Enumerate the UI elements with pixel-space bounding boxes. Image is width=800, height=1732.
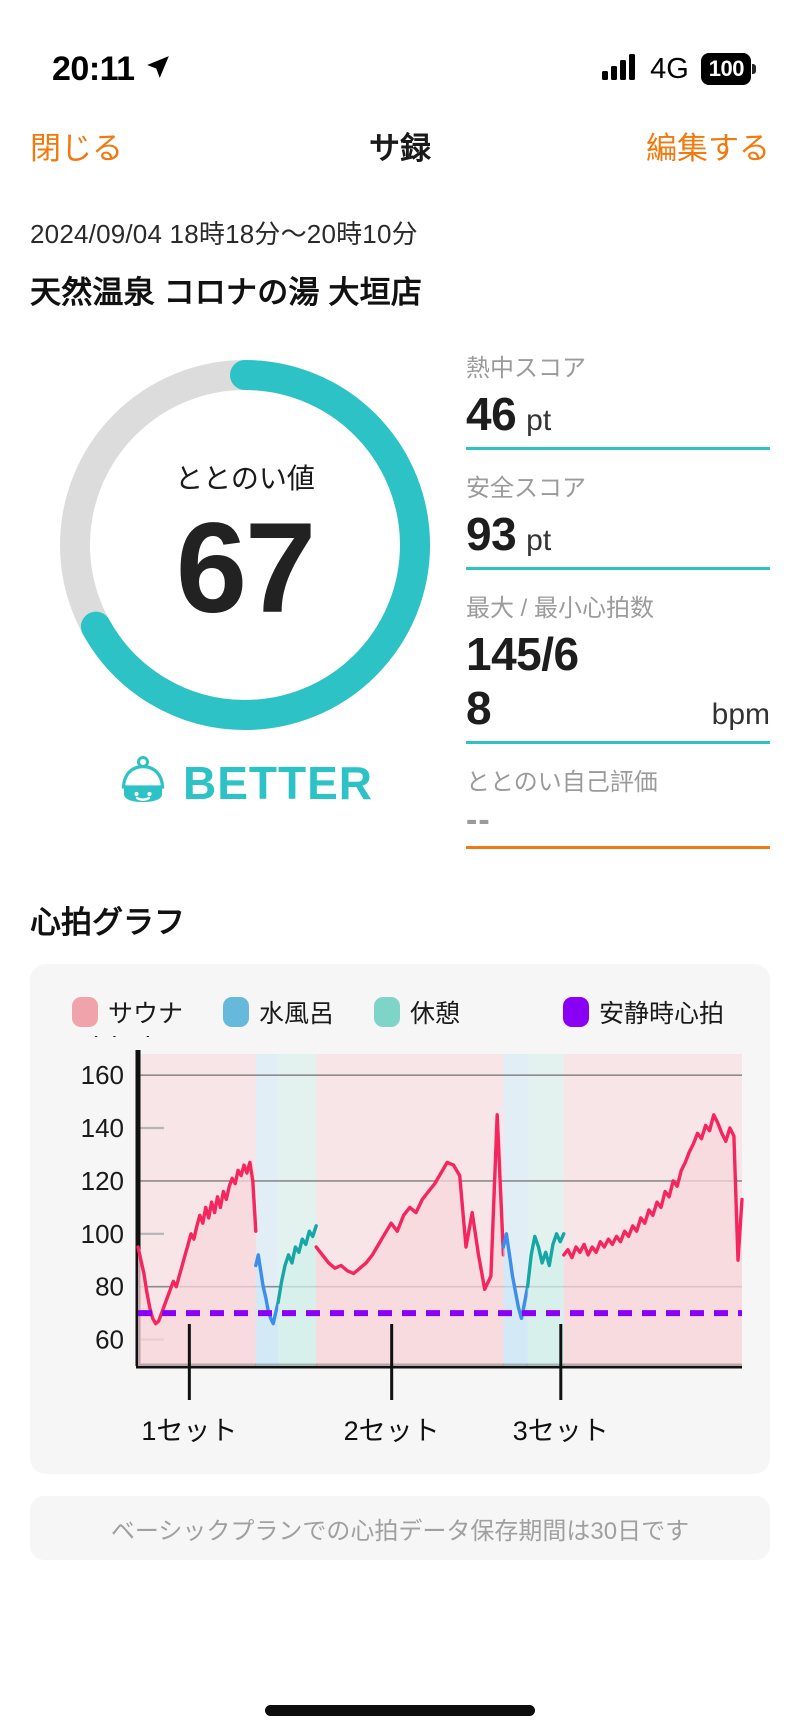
battery-level-label: 100 [700, 53, 751, 85]
location-arrow-icon [145, 54, 171, 85]
status-time: 20:11 [52, 49, 135, 88]
stat-unit: pt [526, 524, 552, 557]
battery-indicator: 100 [700, 53, 756, 85]
stat-value-row: 145/6 8 bpm [466, 627, 770, 744]
sauna-hat-icon [117, 754, 169, 811]
stat-safety-score: 安全スコア 93 pt [466, 468, 770, 574]
session-venue-name: 天然温泉 コロナの湯 大垣店 [30, 275, 423, 310]
stat-value: 46 [466, 388, 517, 440]
legend-swatch-cold-bath [223, 997, 250, 1027]
totonoi-donut-gauge: ととのい値 67 [50, 350, 440, 740]
chart-legend: サウナ 水風呂 休憩 安静時心拍 [48, 988, 752, 1030]
heart-rate-line2: 8 bpm [466, 681, 770, 735]
legend-item-sauna: サウナ [72, 994, 183, 1030]
stat-value-row[interactable]: -- [466, 801, 770, 849]
stat-label: 熱中スコア [466, 355, 586, 382]
close-button[interactable]: 閉じる [30, 123, 123, 168]
battery-nub-icon [752, 64, 756, 74]
y-axis-tick-label: 80 [95, 1272, 124, 1302]
stats-panel: 熱中スコア 46 pt 安全スコア 93 pt 最大 / 最小心拍数 145/6… [460, 338, 770, 867]
stat-value-line1: 145/6 [466, 628, 579, 680]
status-bar: 20:11 4G 100 [0, 0, 800, 108]
totonoi-score-panel: ととのい値 67 BETTER [30, 338, 460, 867]
chart-title: 心拍グラフ [30, 905, 185, 940]
heart-rate-value-wrap: 145/6 8 bpm [466, 627, 770, 735]
y-axis-tick-label: 60 [95, 1325, 124, 1355]
y-axis-tick-label: 100 [81, 1219, 124, 1249]
x-axis-tick-label: 3セット [513, 1416, 609, 1446]
stat-value-row: 93 pt [466, 507, 770, 570]
stat-label: 安全スコア [466, 475, 586, 502]
legend-label: サウナ [108, 1000, 184, 1028]
totonoi-center-content: ととのい値 67 [50, 350, 440, 740]
stat-value-line2: 8 [466, 682, 492, 734]
stat-unit: pt [526, 404, 552, 437]
chart-plot-area: 60 80 100 120 140 160 (bpm) 1セット 2セット 3セット [48, 1036, 752, 1456]
stat-unit: bpm [711, 698, 770, 731]
legend-swatch-rest [374, 997, 401, 1027]
heart-rate-plot[interactable]: 60 80 100 120 140 160 (bpm) 1セット 2セット 3セット [48, 1036, 752, 1456]
totonoi-value: 67 [175, 497, 316, 640]
status-bar-left: 20:11 [52, 50, 171, 89]
legend-swatch-resting-hr [562, 997, 589, 1027]
status-bar-right: 4G 100 [602, 53, 756, 86]
stat-value: -- [466, 801, 491, 839]
legend-item-resting-hr: 安静時心拍 [562, 994, 724, 1030]
rank-badge: BETTER [117, 754, 373, 811]
legend-item-cold-bath: 水風呂 [223, 994, 334, 1030]
stat-label: ととのい自己評価 [466, 769, 658, 796]
stat-max-min-heart-rate: 最大 / 最小心拍数 145/6 8 bpm [466, 588, 770, 748]
x-axis-tick-label: 1セット [141, 1416, 237, 1446]
totonoi-label: ととのい値 [175, 463, 315, 494]
home-indicator[interactable] [265, 1705, 535, 1716]
stat-value: 93 [466, 508, 517, 560]
session-date-range: 2024/09/04 18時18分〜20時10分 [30, 219, 418, 249]
legend-swatch-sauna [72, 997, 98, 1027]
summary-section: ととのい値 67 BETTER 熱中スコア 46 pt 安全スコア 93 pt … [0, 312, 800, 867]
plan-retention-note: ベーシックプランでの心拍データ保存期間は30日です [30, 1496, 770, 1560]
edit-button[interactable]: 編集する [646, 123, 770, 168]
stat-heat-score: 熱中スコア 46 pt [466, 348, 770, 454]
navigation-bar: 閉じる サ録 編集する [0, 108, 800, 182]
stat-value-row: 46 pt [466, 387, 770, 450]
x-axis-tick-label: 2セット [344, 1416, 440, 1446]
legend-label: 休憩 [410, 1000, 461, 1028]
y-axis-tick-label: 120 [81, 1166, 124, 1196]
rank-label: BETTER [183, 756, 373, 809]
stat-label: 最大 / 最小心拍数 [466, 595, 655, 622]
network-type-label: 4G [650, 52, 689, 85]
stat-self-rating[interactable]: ととのい自己評価 -- [466, 762, 770, 853]
legend-label: 安静時心拍 [598, 1000, 724, 1028]
session-header: 2024/09/04 18時18分〜20時10分 天然温泉 コロナの湯 大垣店 [0, 182, 800, 312]
cellular-bars-icon [602, 53, 638, 85]
y-axis-title: (bpm) [89, 1036, 154, 1038]
y-axis-tick-label: 160 [81, 1060, 124, 1090]
y-axis-tick-label: 140 [81, 1113, 124, 1143]
chart-card: サウナ 水風呂 休憩 安静時心拍 60 80 100 120 140 160 (bpm) 1セ… [30, 964, 770, 1474]
heart-rate-chart-section: 心拍グラフ サウナ 水風呂 休憩 安静時心拍 60 80 100 120 140 160 (… [0, 867, 800, 1474]
legend-label: 水風呂 [259, 1000, 335, 1028]
legend-item-rest: 休憩 [374, 994, 460, 1030]
